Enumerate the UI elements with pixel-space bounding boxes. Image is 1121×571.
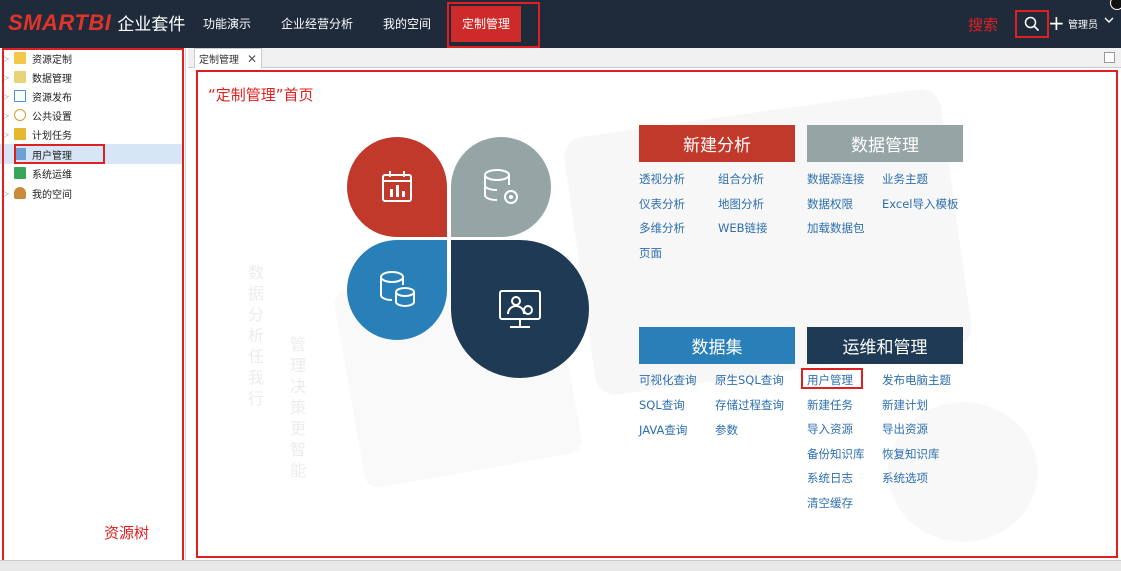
link-visual-query[interactable]: 可视化查询 bbox=[639, 372, 697, 388]
calendar-chart-icon bbox=[382, 171, 412, 202]
admin-monitor-icon bbox=[499, 290, 541, 328]
home-panel: 数据分析任我行 管理决策更智能 “定制管理”首页 新建分析 数据管理 数据集 运… bbox=[196, 70, 1118, 558]
bottom-scrollbar[interactable] bbox=[0, 560, 1121, 571]
link-load-data-package[interactable]: 加载数据包 bbox=[807, 220, 865, 236]
link-system-options[interactable]: 系统选项 bbox=[882, 470, 928, 486]
link-export-resource[interactable]: 导出资源 bbox=[882, 421, 928, 437]
logo-product: 企业套件 bbox=[117, 15, 186, 35]
petal-dataset[interactable] bbox=[347, 240, 447, 340]
link-new-plan[interactable]: 新建计划 bbox=[882, 397, 928, 413]
tab-bar: 定制管理 ✕ bbox=[188, 48, 1121, 68]
link-highlight-box bbox=[801, 368, 863, 389]
link-dashboard-analysis[interactable]: 仪表分析 bbox=[639, 196, 685, 212]
link-datasource[interactable]: 数据源连接 bbox=[807, 171, 865, 187]
home-annotation: “定制管理”首页 bbox=[208, 86, 314, 104]
logo-brand: SMARTBI bbox=[8, 10, 112, 35]
tree-annotation: 资源树 bbox=[104, 524, 150, 542]
database-stack-icon bbox=[380, 271, 415, 308]
link-page[interactable]: 页面 bbox=[639, 245, 662, 261]
petal-data-management[interactable] bbox=[451, 137, 551, 237]
resource-tree: ▷ 资源定制 ▷ 数据管理 ▷ 资源发布 ▷ 公共设置 ▷ 计划任务 用户管理 … bbox=[0, 48, 186, 571]
petal-new-analysis[interactable] bbox=[347, 137, 447, 237]
chevron-down-icon[interactable] bbox=[1103, 14, 1115, 26]
add-icon[interactable]: + bbox=[1048, 10, 1065, 36]
search-button[interactable] bbox=[1015, 10, 1049, 38]
nav-business-analysis[interactable]: 企业经营分析 bbox=[272, 0, 362, 48]
link-new-task[interactable]: 新建任务 bbox=[807, 397, 853, 413]
user-menu[interactable]: 管理员 bbox=[1068, 16, 1098, 31]
link-data-permission[interactable]: 数据权限 bbox=[807, 196, 853, 212]
link-publish-pc-theme[interactable]: 发布电脑主题 bbox=[882, 372, 951, 388]
search-icon bbox=[1024, 16, 1040, 32]
link-business-theme[interactable]: 业务主题 bbox=[882, 171, 928, 187]
petal-ops-management[interactable] bbox=[451, 240, 589, 378]
link-import-resource[interactable]: 导入资源 bbox=[807, 421, 853, 437]
maximize-icon[interactable] bbox=[1104, 52, 1115, 63]
database-gear-icon bbox=[484, 169, 518, 204]
link-map-analysis[interactable]: 地图分析 bbox=[718, 196, 764, 212]
tab-label: 定制管理 bbox=[199, 55, 239, 66]
link-combo-analysis[interactable]: 组合分析 bbox=[718, 171, 764, 187]
section-new-analysis[interactable]: 新建分析 bbox=[639, 125, 795, 162]
watermark-slogan-1: 数据分析任我行 bbox=[248, 263, 265, 408]
link-excel-import-template[interactable]: Excel导入模板 bbox=[882, 196, 958, 212]
section-ops-management[interactable]: 运维和管理 bbox=[807, 327, 963, 364]
link-java-query[interactable]: JAVA查询 bbox=[639, 422, 687, 438]
link-pivot-analysis[interactable]: 透视分析 bbox=[639, 171, 685, 187]
top-bar: SMARTBI 企业套件 功能演示 企业经营分析 我的空间 定制管理 搜索 + … bbox=[0, 0, 1121, 48]
link-clear-cache[interactable]: 清空缓存 bbox=[807, 495, 853, 511]
nav-my-space[interactable]: 我的空间 bbox=[372, 0, 442, 48]
link-backup-repository[interactable]: 备份知识库 bbox=[807, 446, 865, 462]
section-data-management[interactable]: 数据管理 bbox=[807, 125, 963, 162]
nav-highlight-box bbox=[447, 2, 540, 48]
tree-item-highlight-box bbox=[14, 144, 105, 164]
close-icon[interactable]: ✕ bbox=[247, 52, 257, 66]
section-dataset[interactable]: 数据集 bbox=[639, 327, 795, 364]
link-restore-repository[interactable]: 恢复知识库 bbox=[882, 446, 940, 462]
nav-feature-demo[interactable]: 功能演示 bbox=[190, 0, 264, 48]
tab-custom-management[interactable]: 定制管理 ✕ bbox=[194, 48, 263, 68]
logo: SMARTBI 企业套件 bbox=[8, 10, 185, 36]
link-parameter[interactable]: 参数 bbox=[715, 422, 738, 438]
link-stored-procedure-query[interactable]: 存储过程查询 bbox=[715, 397, 784, 413]
link-olap-analysis[interactable]: 多维分析 bbox=[639, 220, 685, 236]
link-web-link[interactable]: WEB链接 bbox=[718, 220, 768, 236]
search-annotation: 搜索 bbox=[968, 16, 999, 34]
watermark-slogan-2: 管理决策更智能 bbox=[290, 335, 307, 480]
window-corner-button[interactable] bbox=[1110, 0, 1121, 10]
link-sql-query[interactable]: SQL查询 bbox=[639, 397, 685, 413]
tree-highlight-box bbox=[2, 48, 184, 562]
link-native-sql-query[interactable]: 原生SQL查询 bbox=[715, 372, 784, 388]
link-system-log[interactable]: 系统日志 bbox=[807, 470, 853, 486]
